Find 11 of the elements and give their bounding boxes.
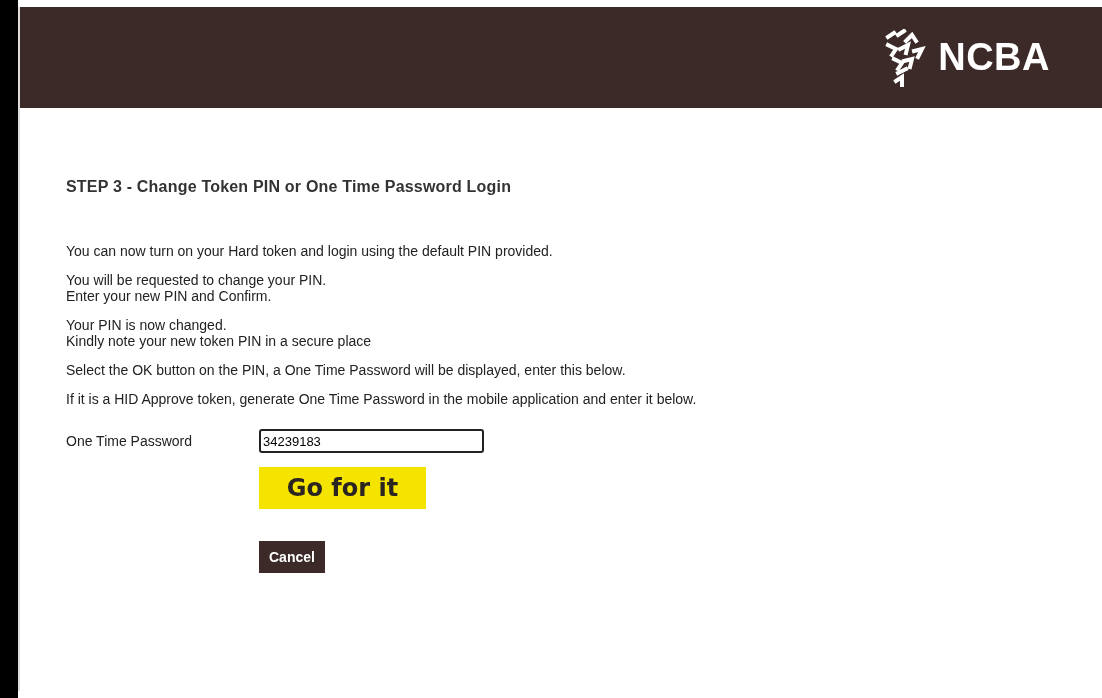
- logo-text: NCBA: [938, 36, 1050, 79]
- instruction-text: Select the OK button on the PIN, a One Time Password will be displayed, enter this below.: [66, 362, 627, 378]
- instruction-text: You will be requested to change your PIN. Enter your new PIN and Confirm.: [66, 272, 328, 304]
- submit-button[interactable]: Go for it: [259, 467, 426, 509]
- field-label: One Time Password: [66, 433, 194, 449]
- instruction-text: You can now turn on your Hard token and login using the default PIN provided.: [66, 243, 554, 259]
- cancel-button[interactable]: Cancel: [259, 541, 325, 573]
- password-field[interactable]: 34239183: [259, 429, 484, 453]
- instruction-text: Your PIN is now changed. Kindly note your new token PIN in a secure place: [66, 317, 373, 349]
- step-title: STEP 3 - Change Token PIN or One Time Password Login: [66, 178, 513, 196]
- instruction-text: If it is a HID Approve token, generate One Time Password in the mobile application and enter it below.: [66, 391, 698, 407]
